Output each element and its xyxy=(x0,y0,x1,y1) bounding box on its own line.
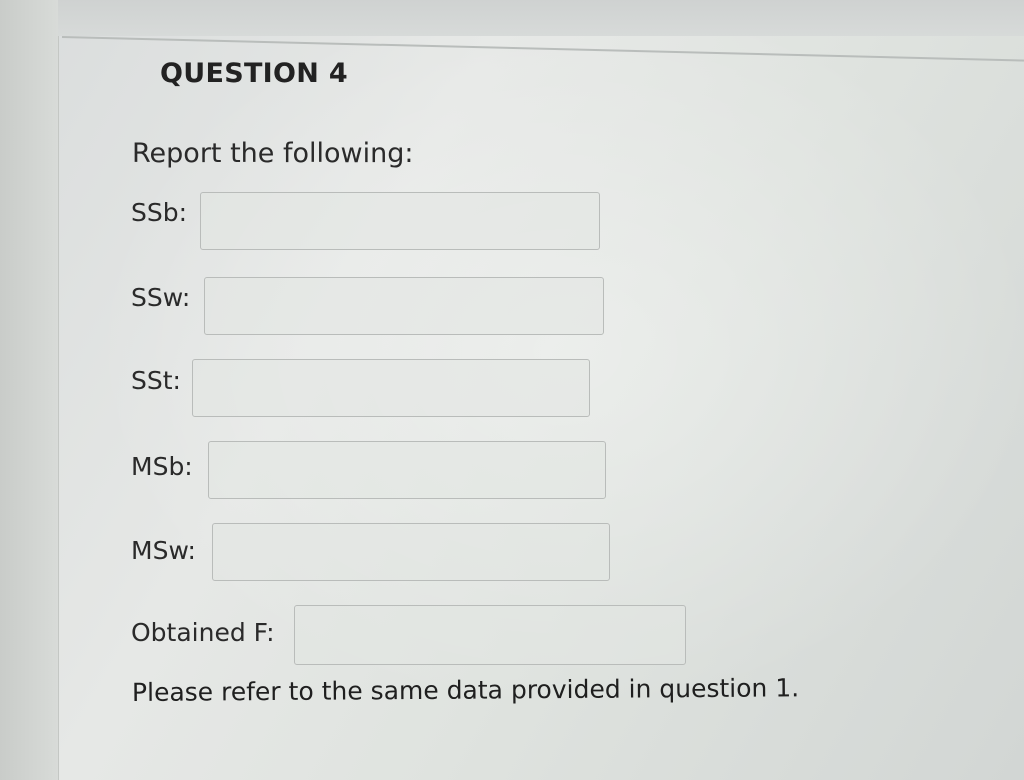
msw-label: MSw: xyxy=(131,536,196,565)
msb-label: MSb: xyxy=(131,452,193,481)
sst-label: SSt: xyxy=(131,366,181,395)
ssw-input[interactable] xyxy=(204,277,604,335)
msb-input[interactable] xyxy=(208,441,606,499)
question-prompt: Report the following: xyxy=(132,138,414,169)
left-margin-strip xyxy=(0,0,59,780)
ssb-label: SSb: xyxy=(131,198,188,227)
top-header-area xyxy=(58,0,1024,36)
footer-note: Please refer to the same data provided i… xyxy=(131,673,800,707)
obtained-f-input[interactable] xyxy=(294,605,686,665)
obtained-f-label: Obtained F: xyxy=(131,618,275,647)
ssw-label: SSw: xyxy=(131,283,191,312)
msw-input[interactable] xyxy=(212,523,610,581)
question-title: QUESTION 4 xyxy=(160,58,348,89)
sst-input[interactable] xyxy=(192,359,590,417)
ssb-input[interactable] xyxy=(200,192,600,250)
